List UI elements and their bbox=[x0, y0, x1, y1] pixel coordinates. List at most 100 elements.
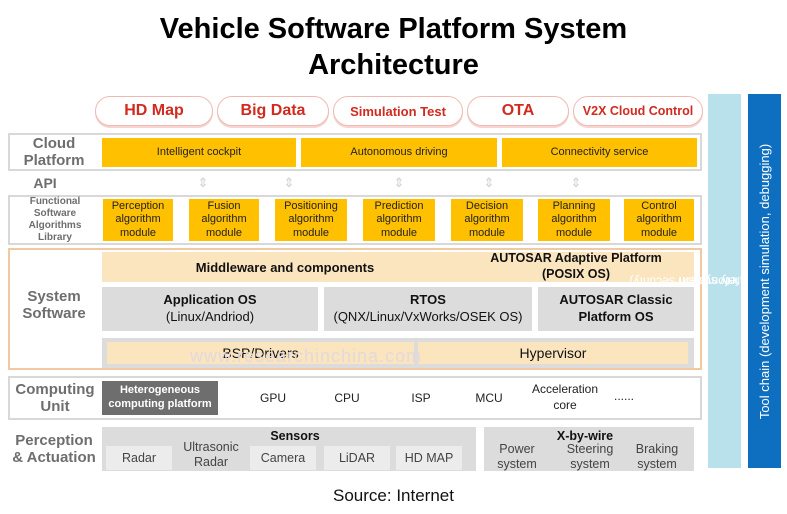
autosar-classic-line1: AUTOSAR Classic bbox=[559, 292, 673, 308]
functional-label-line4: Library bbox=[38, 232, 72, 243]
module-control-line1: Control bbox=[641, 200, 677, 213]
diagram-title-line2: Architecture bbox=[308, 49, 479, 81]
module-positioning-line2: algorithm bbox=[288, 213, 334, 226]
cpu-label: CPU bbox=[334, 391, 360, 405]
module-planning-line3: module bbox=[555, 226, 593, 239]
steering-system: Steering system bbox=[556, 442, 624, 471]
heterogeneous-line1: Heterogeneous bbox=[119, 384, 201, 397]
module-control-line3: module bbox=[640, 226, 678, 239]
module-prediction: Prediction algorithm module bbox=[363, 199, 435, 241]
rtos-line1: RTOS bbox=[410, 292, 446, 308]
cloud-v2x: V2X Cloud Control bbox=[573, 96, 703, 126]
system-software-label: System Software bbox=[10, 270, 98, 340]
module-positioning-line1: Positioning bbox=[284, 200, 338, 213]
sensor-ultrasonic-radar: Ultrasonic Radar bbox=[176, 440, 246, 470]
toolchain-bar: Tool chain (development simulation, debu… bbox=[748, 94, 781, 468]
api-label: API bbox=[33, 174, 57, 191]
hypervisor-box: Hypervisor bbox=[418, 342, 688, 364]
cloud-platform-label-line2: Platform bbox=[23, 152, 85, 169]
functional-label: Functional Software Algorithms Library bbox=[10, 196, 100, 244]
braking-system: Braking system bbox=[626, 442, 688, 471]
module-decision-line1: Decision bbox=[465, 200, 509, 213]
functional-label-line1: Functional bbox=[29, 196, 81, 207]
diagram-title-line1: Vehicle Software Platform System bbox=[159, 13, 628, 45]
module-fusion-line1: Fusion bbox=[207, 200, 241, 213]
perception-actuation-label: Perception & Actuation bbox=[4, 428, 104, 470]
sensor-lidar: LiDAR bbox=[324, 446, 390, 470]
computing-unit-label-line1: Computing bbox=[15, 380, 95, 398]
acceleration-core-label: Acceleration core bbox=[520, 381, 610, 415]
system-software-label-line1: System bbox=[27, 287, 81, 305]
braking-line2: system bbox=[637, 457, 677, 471]
mcu-label: MCU bbox=[475, 391, 503, 405]
module-perception-line1: Perception bbox=[111, 200, 165, 213]
sensor-radar: Radar bbox=[106, 446, 172, 470]
perception-label-line1: Perception bbox=[15, 431, 93, 449]
module-planning: Planning algorithm module bbox=[538, 199, 610, 241]
autosar-classic-line2: Platform OS bbox=[578, 309, 654, 324]
application-os-line1: Application OS bbox=[163, 292, 257, 308]
module-fusion-line2: algorithm bbox=[201, 213, 247, 226]
isp-label: ISP bbox=[411, 391, 431, 405]
application-os-box: Application OS (Linux/Andriod) bbox=[102, 287, 318, 331]
safety-system-bar: Safety system (functional safety, inform… bbox=[630, 94, 787, 468]
gpu-label: GPU bbox=[259, 391, 286, 405]
module-prediction-line3: module bbox=[380, 226, 418, 239]
middleware-label: Middleware and components bbox=[195, 259, 375, 275]
module-decision: Decision algorithm module bbox=[451, 199, 523, 241]
sensors-title: Sensors bbox=[270, 429, 320, 443]
computing-unit-label-line2: Unit bbox=[40, 398, 70, 415]
cloud-platform-label: Cloud Platform bbox=[10, 134, 98, 170]
box-intelligent-cockpit: Intelligent cockpit bbox=[102, 138, 296, 167]
module-positioning-line3: module bbox=[292, 226, 330, 239]
box-connectivity-service: Connectivity service bbox=[502, 138, 697, 167]
heterogeneous-line2: computing platform bbox=[108, 398, 212, 410]
ultrasonic-line1: Ultrasonic bbox=[183, 440, 239, 454]
module-planning-line2: algorithm bbox=[551, 213, 597, 226]
perception-label-line2: & Actuation bbox=[12, 449, 96, 466]
system-software-label-line2: Software bbox=[22, 305, 86, 322]
module-prediction-line2: algorithm bbox=[376, 213, 422, 226]
module-planning-line1: Planning bbox=[552, 200, 596, 213]
module-positioning: Positioning algorithm module bbox=[275, 199, 347, 241]
autosar-adaptive-line1: AUTOSAR Adaptive Platform bbox=[490, 251, 662, 266]
functional-label-line3: Algorithms bbox=[28, 220, 82, 231]
module-perception-line3: module bbox=[119, 226, 157, 239]
steering-line1: Steering bbox=[566, 442, 614, 456]
cloud-ota: OTA bbox=[467, 96, 569, 126]
module-control: Control algorithm module bbox=[624, 199, 694, 241]
power-line1: Power bbox=[499, 442, 535, 456]
acceleration-line1: Acceleration bbox=[531, 382, 599, 397]
module-control-line2: algorithm bbox=[636, 213, 682, 226]
more-ellipsis: ...... bbox=[613, 389, 634, 403]
module-decision-line3: module bbox=[468, 226, 506, 239]
power-line2: system bbox=[497, 457, 537, 471]
acceleration-line2: core bbox=[553, 398, 577, 412]
module-decision-line2: algorithm bbox=[464, 213, 510, 226]
module-perception: Perception algorithm module bbox=[103, 199, 173, 241]
cloud-simulation-test: Simulation Test bbox=[333, 96, 463, 126]
braking-line1: Braking bbox=[635, 442, 679, 456]
api-arrow-icon-5: ⇕ bbox=[570, 175, 582, 190]
rtos-line2: (QNX/Linux/VxWorks/OSEK OS) bbox=[333, 309, 523, 324]
api-arrow-icon-2: ⇕ bbox=[283, 175, 295, 190]
module-prediction-line1: Prediction bbox=[374, 200, 424, 213]
toolchain-label: Tool chain (development simulation, debu… bbox=[757, 143, 772, 419]
module-fusion-line3: module bbox=[205, 226, 243, 239]
cloud-big-data: Big Data bbox=[217, 96, 329, 126]
ultrasonic-line2: Radar bbox=[193, 455, 229, 469]
functional-label-line2: Software bbox=[33, 208, 77, 219]
steering-line2: system bbox=[570, 457, 610, 471]
autosar-classic-box: AUTOSAR Classic Platform OS bbox=[538, 287, 694, 331]
cloud-hd-map: HD Map bbox=[95, 96, 213, 126]
autosar-adaptive-line2: (POSIX OS) bbox=[541, 267, 611, 281]
module-fusion: Fusion algorithm module bbox=[189, 199, 259, 241]
computing-unit-label: Computing Unit bbox=[10, 377, 100, 419]
application-os-line2: (Linux/Andriod) bbox=[165, 309, 255, 324]
heterogeneous-computing-box: Heterogeneous computing platform bbox=[102, 381, 218, 415]
module-perception-line2: algorithm bbox=[115, 213, 161, 226]
api-arrow-icon-4: ⇕ bbox=[483, 175, 495, 190]
rtos-box: RTOS (QNX/Linux/VxWorks/OSEK OS) bbox=[324, 287, 532, 331]
watermark: www.researchinchina.com bbox=[190, 346, 423, 366]
power-system: Power system bbox=[488, 442, 546, 471]
